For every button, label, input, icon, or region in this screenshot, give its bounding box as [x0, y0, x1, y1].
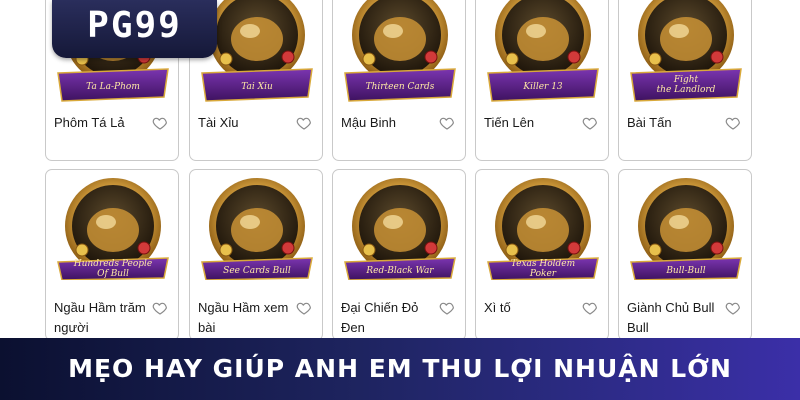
art-label-line2: Of Bull	[97, 269, 129, 279]
banner-title: MẸO HAY GIÚP ANH EM THU LỢI NHUẬN LỚN	[68, 354, 732, 383]
game-card[interactable]: Hundreds People Of Bull Ngầu Hầm trăm ngườ…	[45, 169, 179, 341]
game-name: Ngầu Hầm xem bài	[198, 300, 289, 335]
game-name: Ngầu Hầm trăm người	[54, 300, 146, 335]
art-label: Thirteen Cards	[366, 82, 435, 92]
game-card[interactable]: Red-Black War Đại Chiến Đỏ Đen	[332, 169, 466, 341]
game-card[interactable]: See Cards Bull Ngầu Hầm xem bài	[189, 169, 323, 341]
bomb-icon[interactable]: Killer 13	[476, 0, 608, 103]
art-label: Hundreds People	[73, 259, 152, 269]
game-card[interactable]: Bull-Bull Giành Chủ Bull Bull	[618, 169, 752, 341]
game-card[interactable]: Fight the Landlord Bài Tấn	[618, 0, 752, 161]
revolver-icon[interactable]: Thirteen Cards	[333, 0, 465, 103]
game-name: Phôm Tá Lả	[54, 115, 125, 130]
art-label: Red-Black War	[365, 266, 434, 276]
landlord-icon[interactable]: Fight the Landlord	[619, 0, 751, 103]
game-name: Tiến Lên	[484, 115, 535, 130]
game-card[interactable]: Thirteen Cards Mậu Binh	[332, 0, 466, 161]
game-name: Đại Chiến Đỏ Đen	[341, 300, 419, 335]
art-label: Tai Xiu	[241, 82, 273, 92]
heart-icon[interactable]	[582, 115, 598, 131]
vs-cards-icon[interactable]: Red-Black War	[333, 170, 465, 280]
art-label: Texas Holdem	[511, 259, 575, 269]
logo-text: PG99	[87, 5, 182, 46]
game-card[interactable]: Texas Holdem Poker Xì tố	[475, 169, 609, 341]
heart-icon[interactable]	[152, 115, 168, 131]
art-label-line2: Poker	[529, 269, 557, 279]
brand-logo[interactable]: PG99	[52, 0, 217, 58]
game-card[interactable]: Killer 13 Tiến Lên	[475, 0, 609, 161]
heart-icon[interactable]	[152, 300, 168, 316]
heart-icon[interactable]	[725, 115, 741, 131]
heart-icon[interactable]	[296, 300, 312, 316]
game-name: Tài Xỉu	[198, 115, 239, 130]
game-name: Xì tố	[484, 300, 511, 315]
art-label: See Cards Bull	[223, 266, 291, 276]
game-name: Giành Chủ Bull Bull	[627, 300, 715, 335]
crown-icon[interactable]: Texas Holdem Poker	[476, 170, 608, 280]
art-label-line2: the Landlord	[657, 85, 716, 95]
art-label: Bull-Bull	[665, 266, 705, 276]
game-name: Mậu Binh	[341, 115, 396, 130]
heart-icon[interactable]	[439, 115, 455, 131]
art-label: Fight	[673, 75, 699, 85]
heart-icon[interactable]	[296, 115, 312, 131]
promo-banner: MẸO HAY GIÚP ANH EM THU LỢI NHUẬN LỚN	[0, 338, 800, 400]
art-label: Ta La-Phom	[86, 82, 140, 92]
heart-icon[interactable]	[725, 300, 741, 316]
bull-mascot-icon[interactable]: See Cards Bull	[190, 170, 322, 280]
game-name: Bài Tấn	[627, 115, 672, 130]
bull-horns-icon[interactable]: Hundreds People Of Bull	[46, 170, 178, 280]
heart-icon[interactable]	[439, 300, 455, 316]
art-label: Killer 13	[522, 82, 563, 92]
bull-head-icon[interactable]: Bull-Bull	[619, 170, 751, 280]
heart-icon[interactable]	[582, 300, 598, 316]
